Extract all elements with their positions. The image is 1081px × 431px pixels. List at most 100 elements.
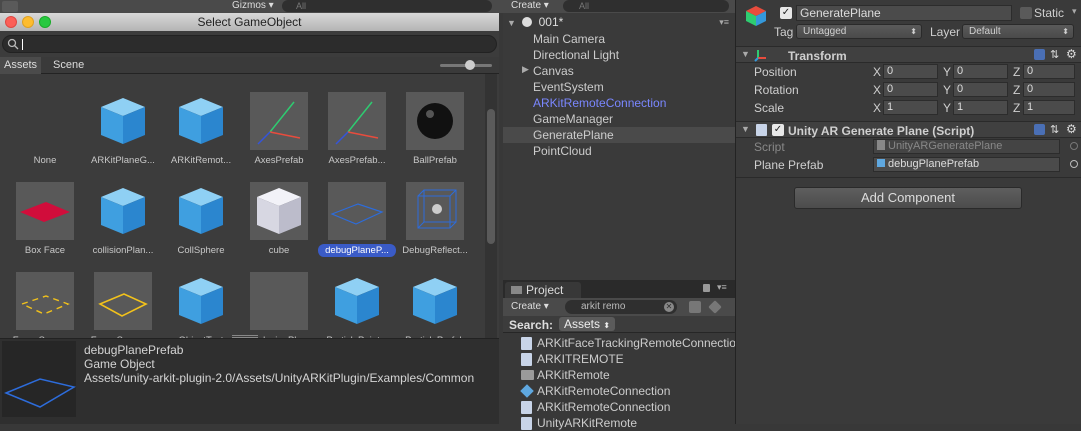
gizmos-button[interactable]: Gizmos ▾ [228,0,278,13]
clear-search-icon[interactable]: ✕ [664,302,674,312]
project-item[interactable]: ARKITREMOTE [521,351,624,367]
asset-grid-item[interactable]: BallPrefab [400,92,470,167]
asset-thumbnail [250,92,308,150]
collapse-arrow-icon: ▼ [741,124,750,134]
project-item[interactable]: ARKitFaceTrackingRemoteConnection [521,335,743,351]
project-search-input[interactable]: arkit remo ✕ [565,300,677,314]
transform-z-field[interactable]: 1 [1023,100,1075,115]
asset-grid-item[interactable]: Box Face [10,182,80,257]
tag-dropdown[interactable]: Untagged ⬍ [796,24,922,39]
help-icon[interactable] [1034,124,1045,135]
preview-path: Assets/unity-arkit-plugin-2.0/Assets/Uni… [84,371,475,385]
component-settings-icon[interactable]: ⚙ [1066,47,1077,61]
project-item[interactable]: ARKitRemoteConnection [521,399,670,415]
script-enabled-checkbox[interactable]: ✓ [772,124,784,136]
hierarchy-item-selected[interactable]: GeneratePlane [503,127,735,143]
hierarchy-search-input[interactable]: All [563,0,729,12]
help-icon[interactable] [1034,49,1045,60]
object-name-field[interactable]: GeneratePlane [796,5,1012,21]
select-gameobject-window: Select GameObject Assets Scene None ARKit… [0,13,499,424]
asset-grid-item[interactable]: FocusSquare... [10,272,80,344]
slider-handle[interactable] [465,60,475,70]
close-window-button[interactable] [5,16,17,28]
static-checkbox[interactable] [1020,7,1032,19]
hierarchy-item[interactable]: EventSystem [503,79,735,95]
project-create-button[interactable]: Create ▾ [511,301,549,312]
asset-grid-item[interactable]: FocusSquare... [88,272,158,344]
zoom-window-button[interactable] [39,16,51,28]
tab-project[interactable]: Project [505,282,581,298]
hierarchy-item[interactable]: Canvas [503,63,735,79]
scene-header[interactable]: ▼ 001* ▾≡ [507,15,731,29]
asset-grid-item[interactable]: DebugReflect... [400,182,470,257]
scrollbar-thumb[interactable] [487,109,495,244]
minimize-window-button[interactable] [22,16,34,28]
script-component-header[interactable]: ▼ ✓ Unity AR Generate Plane (Script) ⇅ ⚙ [736,121,1081,138]
inspector-divider [736,177,1081,178]
transform-x-field[interactable]: 0 [883,82,938,97]
window-title-bar[interactable]: Select GameObject [0,13,499,31]
static-dropdown-icon[interactable]: ▾ [1072,6,1077,17]
scope-assets-button[interactable]: Assets ⬍ [559,317,616,331]
asset-grid-item[interactable]: occlusionPla... [244,272,314,344]
asset-grid-item[interactable]: ARKitRemot... [166,92,236,167]
transform-z-field[interactable]: 0 [1023,64,1075,79]
asset-grid-item[interactable]: debugPlaneP... [318,182,396,257]
preset-icon[interactable]: ⇅ [1050,123,1059,136]
asset-label: None [33,155,57,166]
object-picker-icon[interactable] [1070,160,1078,168]
hierarchy-item[interactable]: Main Camera [503,31,735,47]
hierarchy-item[interactable]: Directional Light [503,47,735,63]
transform-y-field[interactable]: 1 [953,100,1008,115]
lock-icon[interactable] [703,284,710,292]
panel-menu-icon[interactable]: ▾≡ [717,282,727,293]
asset-grid-item[interactable]: cube [244,182,314,257]
thumbnail-size-slider[interactable] [440,60,492,70]
hierarchy-item[interactable]: ARKitRemoteConnection [503,95,735,111]
asset-grid-item[interactable]: None [10,92,80,167]
scene-search-input[interactable]: All [282,0,492,12]
plane-prefab-field[interactable]: debugPlanePrefab [873,157,1060,172]
asset-grid-item[interactable]: ParticlePaint... [322,272,392,344]
asset-grid-item[interactable]: collisionPlan... [88,182,158,257]
layer-label: Layer [930,25,961,39]
preset-icon[interactable]: ⇅ [1050,48,1059,61]
asset-grid-item[interactable]: ParticlePrefab [400,272,470,344]
project-item[interactable]: UnityARKitRemote [521,415,637,431]
asset-grid-item[interactable]: ARKitPlaneG... [88,92,158,167]
asset-label: ARKitRemot... [170,155,232,166]
project-item[interactable]: ARKitRemoteConnection [520,383,671,399]
project-item-label: ARKitFaceTrackingRemoteConnection [537,336,743,350]
filter-by-label-icon[interactable] [708,300,722,314]
transform-z-field[interactable]: 0 [1023,82,1075,97]
toolbar-menu-icon[interactable] [2,1,18,12]
add-component-button[interactable]: Add Component [794,187,1022,209]
asset-grid-item[interactable]: AxesPrefab [244,92,314,167]
tab-scene[interactable]: Scene [49,57,88,74]
asset-grid-item[interactable]: CollSphere [166,182,236,257]
transform-y-field[interactable]: 0 [953,82,1008,97]
asset-grid-item[interactable]: ObjectText [166,272,236,344]
project-item-label: ARKitRemoteConnection [537,384,671,398]
hierarchy-item[interactable]: GameManager [503,111,735,127]
hierarchy-create-button[interactable]: Create ▾ [511,0,549,12]
transform-header[interactable]: ▼ Transform ⇅ ⚙ [736,46,1081,63]
component-settings-icon[interactable]: ⚙ [1066,122,1077,136]
splitter-handle[interactable] [232,335,258,338]
object-search-input[interactable] [2,35,497,53]
hierarchy-item[interactable]: PointCloud [503,143,735,159]
layer-dropdown[interactable]: Default ⬍ [962,24,1074,39]
asset-grid-item[interactable]: AxesPrefab... [322,92,392,167]
filter-by-type-icon[interactable] [689,301,701,313]
static-label: Static [1034,6,1065,20]
grid-scrollbar[interactable] [485,74,497,344]
asset-thumbnail [328,272,386,330]
transform-x-field[interactable]: 0 [883,64,938,79]
hierarchy-options-icon[interactable]: ▾≡ [719,15,729,29]
active-checkbox[interactable]: ✓ [780,7,792,19]
transform-x-field[interactable]: 1 [883,100,938,115]
hierarchy-create-label: Create [511,0,542,11]
project-item[interactable]: ARKitRemote [521,367,610,383]
tab-assets[interactable]: Assets [0,57,42,74]
transform-y-field[interactable]: 0 [953,64,1008,79]
